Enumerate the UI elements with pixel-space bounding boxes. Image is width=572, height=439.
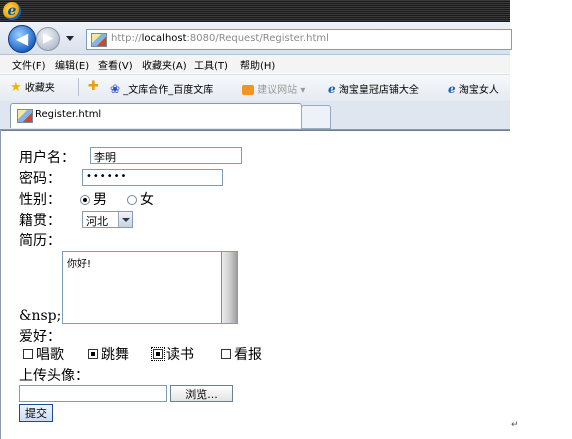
- add-favorite-icon[interactable]: ✚: [88, 79, 99, 94]
- resume-text: 你好!: [67, 259, 92, 270]
- gender-male-label: 男: [93, 192, 107, 208]
- fav-link-taobao-women[interactable]: e 淘宝女人: [448, 81, 499, 96]
- password-input[interactable]: ••••••: [82, 169, 223, 186]
- fav-link-baidu-label: _文库合作_百度文库: [123, 85, 214, 96]
- forward-button[interactable]: ▶: [36, 27, 60, 51]
- menu-view[interactable]: 查看(V): [98, 57, 133, 72]
- window-title-bar: [0, 0, 510, 22]
- hobby-singing-checkbox[interactable]: [23, 349, 33, 359]
- password-label: 密码：: [19, 171, 61, 187]
- origin-select[interactable]: 河北: [82, 211, 133, 228]
- back-button[interactable]: ◀: [8, 25, 36, 53]
- menu-tools[interactable]: 工具(T): [194, 57, 228, 72]
- history-dropdown-icon[interactable]: [66, 36, 74, 41]
- gender-male-radio[interactable]: [80, 195, 90, 205]
- favorites-separator: [78, 78, 79, 96]
- gender-female-radio[interactable]: [127, 195, 137, 205]
- resume-scrollbar[interactable]: [221, 252, 237, 323]
- origin-label: 籍贯：: [19, 213, 61, 229]
- upload-label: 上传头像：: [19, 368, 89, 384]
- fav-link-taobao-crown-label: 淘宝皇冠店铺大全: [338, 85, 419, 96]
- page-favicon-icon: [91, 33, 107, 47]
- new-tab-button[interactable]: [301, 105, 331, 129]
- username-input[interactable]: 李明: [90, 147, 242, 164]
- username-label: 用户名：: [19, 150, 75, 166]
- menu-help[interactable]: 帮助(H): [240, 57, 275, 72]
- address-text: http://localhost:8080/Request/Register.h…: [111, 33, 329, 44]
- tab-label: Register.html: [35, 109, 102, 120]
- ie-page-icon: e: [328, 82, 336, 96]
- fav-link-suggested[interactable]: 建议网站 ▾: [242, 81, 305, 96]
- chevron-down-icon[interactable]: [118, 212, 132, 227]
- menu-edit[interactable]: 编辑(E): [55, 57, 89, 72]
- hobby-newspaper-label: 看报: [234, 347, 262, 363]
- suggested-sites-icon: [242, 85, 254, 95]
- gender-label: 性别：: [19, 192, 61, 208]
- menu-file[interactable]: 文件(F): [12, 57, 46, 72]
- content-border-left: [0, 130, 1, 439]
- submit-button[interactable]: 提交: [19, 404, 53, 422]
- origin-select-value: 河北: [86, 215, 108, 228]
- fav-link-taobao-crown[interactable]: e 淘宝皇冠店铺大全: [328, 81, 419, 96]
- hobby-dancing-label: 跳舞: [101, 347, 129, 363]
- gender-female-label: 女: [140, 192, 154, 208]
- hobby-dancing-checkbox[interactable]: [88, 349, 98, 359]
- tab-register[interactable]: Register.html: [10, 103, 302, 128]
- nbsp-text: &nsp;: [19, 308, 62, 324]
- resume-textarea[interactable]: 你好!: [62, 251, 238, 324]
- fav-link-baidu[interactable]: ❀ _文库合作_百度文库: [110, 81, 213, 96]
- ie-page-icon: e: [448, 82, 456, 96]
- content-border-top: [0, 130, 510, 131]
- browse-button[interactable]: 浏览...: [170, 385, 233, 402]
- hobby-reading-checkbox[interactable]: [151, 347, 165, 361]
- upload-file-input[interactable]: [19, 385, 167, 402]
- resume-label: 简历：: [19, 233, 61, 249]
- favorites-button[interactable]: ★ 收藏夹: [10, 79, 55, 95]
- star-icon: ★: [10, 80, 22, 95]
- fav-link-suggested-label: 建议网站 ▾: [257, 85, 306, 96]
- fav-link-taobao-women-label: 淘宝女人: [458, 85, 499, 96]
- paragraph-mark-icon: ↵: [511, 420, 519, 430]
- baidu-paw-icon: ❀: [110, 82, 121, 96]
- ie-logo-icon: e: [3, 2, 21, 20]
- hobby-newspaper-checkbox[interactable]: [221, 349, 231, 359]
- address-bar[interactable]: http://localhost:8080/Request/Register.h…: [86, 29, 512, 50]
- tab-favicon-icon: [17, 109, 33, 123]
- hobby-label: 爱好：: [19, 329, 61, 345]
- hobby-reading-label: 读书: [166, 347, 194, 363]
- menu-favorites[interactable]: 收藏夹(A): [142, 57, 187, 72]
- favorites-label: 收藏夹: [24, 83, 55, 94]
- hobby-singing-label: 唱歌: [36, 347, 64, 363]
